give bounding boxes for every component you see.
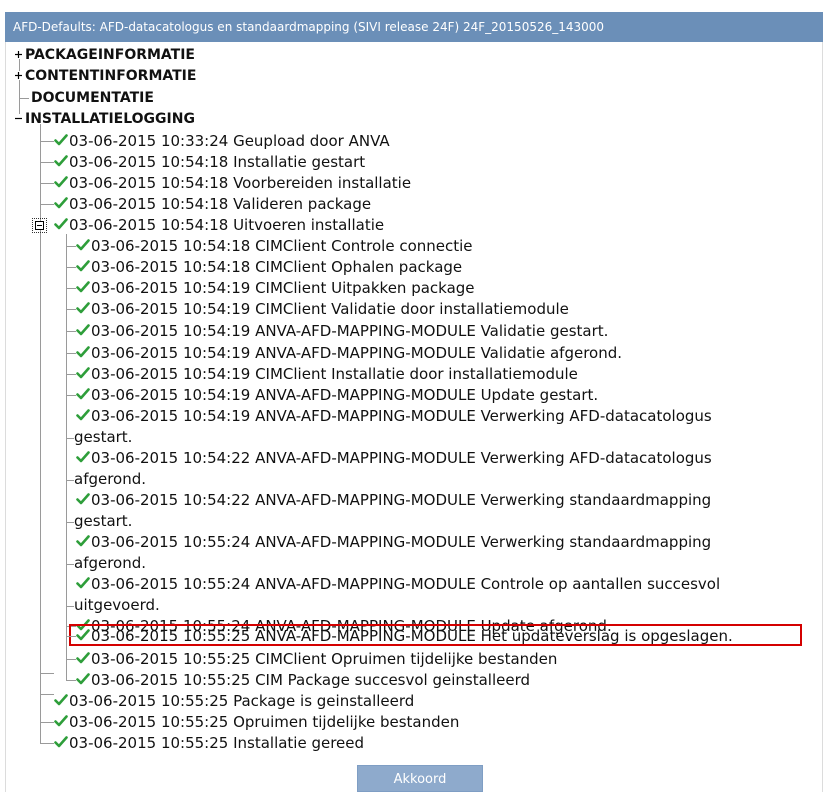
log-entry: 03-06-2015 10:55:25 Installatie gereed bbox=[54, 733, 364, 754]
check-icon bbox=[76, 281, 90, 293]
check-icon bbox=[76, 346, 90, 358]
log-entry: 03-06-2015 10:54:19 ANVA-AFD-MAPPING-MOD… bbox=[76, 406, 712, 427]
log-continuation: gestart. bbox=[74, 512, 133, 530]
check-icon bbox=[76, 409, 90, 421]
log-text: 03-06-2015 10:54:18 Installatie gestart bbox=[69, 153, 366, 171]
log-entry: 03-06-2015 10:55:25 CIM Package succesvo… bbox=[76, 670, 530, 691]
log-entry: 03-06-2015 10:54:18 CIMClient Ophalen pa… bbox=[76, 257, 462, 278]
log-text: 03-06-2015 10:54:18 CIMClient Controle c… bbox=[91, 237, 473, 255]
log-text: 03-06-2015 10:55:25 ANVA-AFD-MAPPING-MOD… bbox=[91, 627, 733, 645]
collapse-icon[interactable] bbox=[14, 114, 23, 123]
log-text: 03-06-2015 10:55:25 Package is geinstall… bbox=[69, 692, 415, 710]
check-icon bbox=[76, 652, 90, 664]
check-icon bbox=[54, 694, 68, 706]
log-entry: 03-06-2015 10:55:24 ANVA-AFD-MAPPING-MOD… bbox=[76, 574, 720, 595]
log-text: 03-06-2015 10:55:24 ANVA-AFD-MAPPING-MOD… bbox=[91, 575, 721, 593]
log-text: 03-06-2015 10:54:19 CIMClient Uitpakken … bbox=[91, 279, 475, 297]
log-entry: 03-06-2015 10:54:19 CIMClient Validatie … bbox=[76, 299, 569, 320]
check-icon bbox=[76, 260, 90, 272]
log-text: 03-06-2015 10:55:25 Installatie gereed bbox=[69, 734, 365, 752]
check-icon bbox=[54, 155, 68, 167]
section-packageinformatie[interactable]: PACKAGEINFORMATIE bbox=[25, 44, 195, 66]
log-entry: 03-06-2015 10:54:18 Valideren package bbox=[54, 194, 371, 215]
expand-icon[interactable] bbox=[14, 50, 23, 59]
check-icon bbox=[76, 367, 90, 379]
log-entry: 03-06-2015 10:54:18 Voorbereiden install… bbox=[54, 173, 411, 194]
akkoord-button[interactable]: Akkoord bbox=[357, 765, 483, 792]
log-text: 03-06-2015 10:55:25 CIM Package succesvo… bbox=[91, 671, 531, 689]
log-text: 03-06-2015 10:54:22 ANVA-AFD-MAPPING-MOD… bbox=[91, 491, 712, 509]
log-text: 03-06-2015 10:55:25 CIMClient Opruimen t… bbox=[91, 650, 558, 668]
check-icon bbox=[54, 736, 68, 748]
log-entry: 03-06-2015 10:55:25 Package is geinstall… bbox=[54, 691, 414, 712]
section-contentinformatie[interactable]: CONTENTINFORMATIE bbox=[25, 65, 196, 87]
package-tree: PACKAGEINFORMATIE CONTENTINFORMATIE DOCU… bbox=[0, 0, 829, 792]
log-text: 03-06-2015 10:54:19 CIMClient Installati… bbox=[91, 365, 578, 383]
log-entry: 03-06-2015 10:54:19 ANVA-AFD-MAPPING-MOD… bbox=[76, 385, 598, 406]
log-entry: 03-06-2015 10:54:19 ANVA-AFD-MAPPING-MOD… bbox=[76, 343, 622, 364]
check-icon bbox=[54, 218, 68, 230]
check-icon bbox=[76, 324, 90, 336]
log-entry-highlighted: 03-06-2015 10:55:25 ANVA-AFD-MAPPING-MOD… bbox=[76, 626, 733, 647]
log-text: 03-06-2015 10:54:18 Voorbereiden install… bbox=[69, 174, 412, 192]
log-continuation: gestart. bbox=[74, 428, 133, 446]
check-icon bbox=[76, 493, 90, 505]
section-installatielogging[interactable]: INSTALLATIELOGGING bbox=[25, 108, 195, 130]
log-text: 03-06-2015 10:54:19 ANVA-AFD-MAPPING-MOD… bbox=[91, 322, 609, 340]
log-entry: 03-06-2015 10:54:19 CIMClient Uitpakken … bbox=[76, 278, 475, 299]
log-continuation: uitgevoerd. bbox=[74, 596, 160, 614]
log-continuation: afgerond. bbox=[74, 470, 147, 488]
log-entry: 03-06-2015 10:55:24 ANVA-AFD-MAPPING-MOD… bbox=[76, 532, 711, 553]
log-text: 03-06-2015 10:55:24 ANVA-AFD-MAPPING-MOD… bbox=[91, 533, 712, 551]
log-entry: 03-06-2015 10:54:19 CIMClient Installati… bbox=[76, 364, 578, 385]
check-icon bbox=[76, 673, 90, 685]
log-entry: 03-06-2015 10:54:22 ANVA-AFD-MAPPING-MOD… bbox=[76, 448, 712, 469]
check-icon bbox=[76, 388, 90, 400]
log-text: 03-06-2015 10:54:19 ANVA-AFD-MAPPING-MOD… bbox=[91, 407, 712, 425]
collapse-icon[interactable] bbox=[32, 218, 47, 233]
check-icon bbox=[76, 451, 90, 463]
log-entry: 03-06-2015 10:54:18 Installatie gestart bbox=[54, 152, 365, 173]
log-text: 03-06-2015 10:54:19 ANVA-AFD-MAPPING-MOD… bbox=[91, 386, 599, 404]
check-icon bbox=[54, 197, 68, 209]
log-text: 03-06-2015 10:54:19 ANVA-AFD-MAPPING-MOD… bbox=[91, 344, 622, 362]
check-icon bbox=[76, 577, 90, 589]
check-icon bbox=[76, 629, 90, 641]
check-icon bbox=[54, 715, 68, 727]
log-text: 03-06-2015 10:54:19 CIMClient Validatie … bbox=[91, 300, 569, 318]
log-text: 03-06-2015 10:54:18 CIMClient Ophalen pa… bbox=[91, 258, 463, 276]
log-text: 03-06-2015 10:54:18 Valideren package bbox=[69, 195, 372, 213]
log-text: 03-06-2015 10:54:22 ANVA-AFD-MAPPING-MOD… bbox=[91, 449, 712, 467]
check-icon bbox=[76, 302, 90, 314]
check-icon bbox=[76, 239, 90, 251]
log-text: 03-06-2015 10:54:18 Uitvoeren installati… bbox=[69, 216, 385, 234]
log-entry: 03-06-2015 10:33:24 Geupload door ANVA bbox=[54, 131, 390, 152]
log-entry: 03-06-2015 10:55:25 Opruimen tijdelijke … bbox=[54, 712, 459, 733]
log-entry: 03-06-2015 10:54:18 CIMClient Controle c… bbox=[76, 236, 473, 257]
check-icon bbox=[54, 176, 68, 188]
log-text: 03-06-2015 10:55:25 Opruimen tijdelijke … bbox=[69, 713, 460, 731]
log-entry: 03-06-2015 10:55:25 CIMClient Opruimen t… bbox=[76, 649, 557, 670]
log-entry: 03-06-2015 10:54:22 ANVA-AFD-MAPPING-MOD… bbox=[76, 490, 711, 511]
check-icon bbox=[54, 134, 68, 146]
expand-icon[interactable] bbox=[14, 71, 23, 80]
log-text: 03-06-2015 10:33:24 Geupload door ANVA bbox=[69, 132, 390, 150]
section-documentatie[interactable]: DOCUMENTATIE bbox=[31, 87, 154, 109]
log-entry-uitvoeren[interactable]: 03-06-2015 10:54:18 Uitvoeren installati… bbox=[54, 215, 384, 236]
log-continuation: afgerond. bbox=[74, 554, 147, 572]
check-icon bbox=[76, 535, 90, 547]
log-entry: 03-06-2015 10:54:19 ANVA-AFD-MAPPING-MOD… bbox=[76, 321, 608, 342]
